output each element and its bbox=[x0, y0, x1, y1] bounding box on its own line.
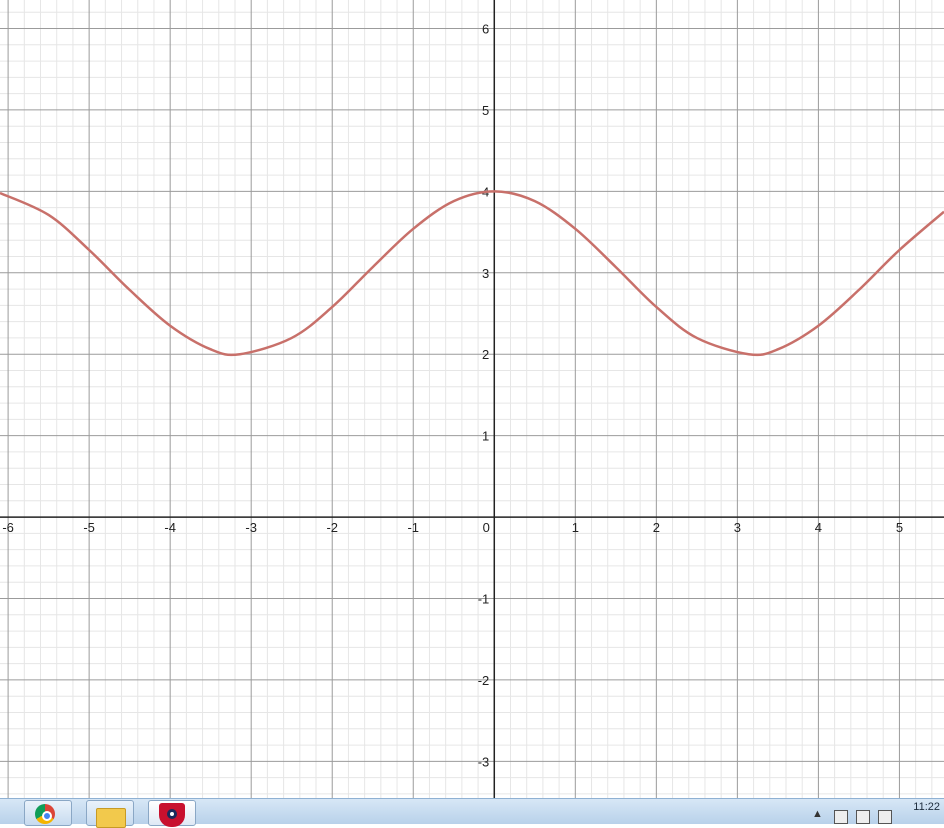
action-center-flag-icon[interactable] bbox=[834, 810, 848, 824]
taskbar-chrome-button[interactable] bbox=[24, 800, 72, 826]
y-tick-label: 5 bbox=[482, 103, 489, 118]
network-icon[interactable] bbox=[856, 810, 870, 824]
volume-icon[interactable] bbox=[878, 810, 892, 824]
tray-arrow-icon[interactable]: ▲ bbox=[812, 808, 823, 820]
y-tick-label: 3 bbox=[482, 266, 489, 281]
x-tick-label: -5 bbox=[83, 520, 95, 535]
y-tick-label: -3 bbox=[478, 754, 490, 769]
shield-icon bbox=[159, 803, 185, 827]
taskbar-shield-button[interactable] bbox=[148, 800, 196, 827]
x-tick-label: 4 bbox=[815, 520, 822, 535]
graph-canvas[interactable]: -6 -5 -4 -3 -2 -1 0 1 2 3 4 5 -3-2-1123456 bbox=[0, 0, 944, 798]
taskbar-folder-button[interactable] bbox=[86, 800, 134, 828]
y-tick-label: 2 bbox=[482, 347, 489, 362]
taskbar: ▲ 11:22 bbox=[0, 798, 944, 828]
x-tick-label: -1 bbox=[407, 520, 419, 535]
x-tick-label: -4 bbox=[164, 520, 176, 535]
x-tick-label: -6 bbox=[2, 520, 14, 535]
x-tick-label: 1 bbox=[572, 520, 579, 535]
y-tick-label: -1 bbox=[478, 592, 490, 607]
chrome-icon bbox=[35, 804, 55, 824]
x-tick-label: 0 bbox=[483, 520, 490, 535]
x-tick-label: -2 bbox=[326, 520, 338, 535]
x-tick-label: 2 bbox=[653, 520, 660, 535]
y-tick-labels: -3-2-1123456 bbox=[478, 22, 490, 770]
x-tick-label: 3 bbox=[734, 520, 741, 535]
clock[interactable]: 11:22 bbox=[913, 801, 940, 813]
y-tick-label: 6 bbox=[482, 22, 489, 37]
y-tick-label: -2 bbox=[478, 673, 490, 688]
x-tick-label: 5 bbox=[896, 520, 903, 535]
y-tick-label: 1 bbox=[482, 429, 489, 444]
minor-grid bbox=[0, 0, 944, 798]
x-tick-label: -3 bbox=[245, 520, 257, 535]
folder-icon bbox=[96, 808, 126, 828]
